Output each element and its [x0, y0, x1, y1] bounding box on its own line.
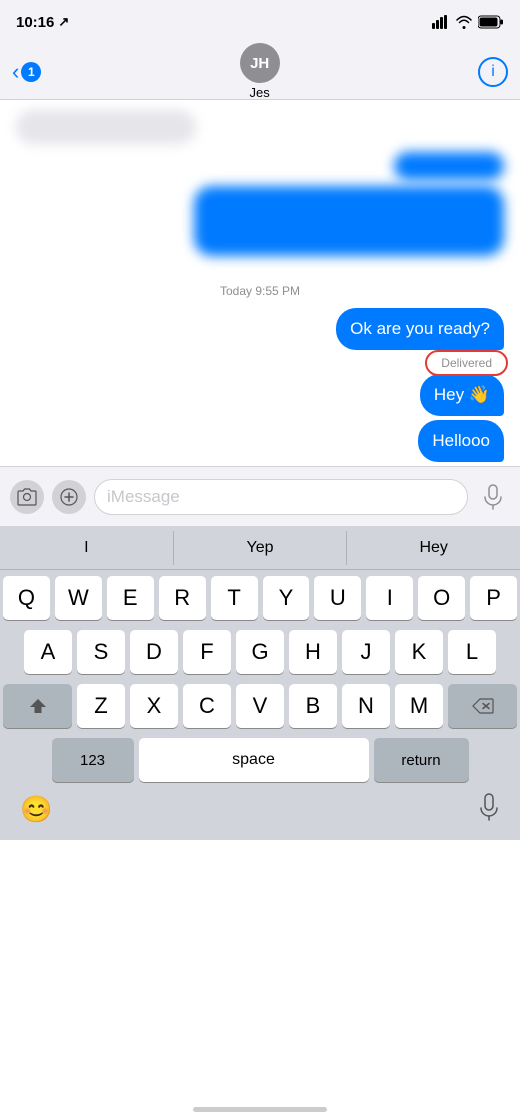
message-input[interactable]: iMessage — [94, 479, 468, 515]
key-J[interactable]: J — [342, 630, 390, 674]
key-row-4: 123 space return — [3, 738, 517, 782]
blurred-outgoing — [16, 152, 504, 256]
key-row-2: A S D F G H J K L — [3, 630, 517, 674]
key-B[interactable]: B — [289, 684, 337, 728]
key-I[interactable]: I — [366, 576, 413, 620]
contact-name: Jes — [250, 85, 270, 100]
contact-header[interactable]: JH Jes — [240, 43, 280, 100]
key-O[interactable]: O — [418, 576, 465, 620]
key-Z[interactable]: Z — [77, 684, 125, 728]
camera-button[interactable] — [10, 480, 44, 514]
key-row-3: Z X C V B N M — [3, 684, 517, 728]
key-X[interactable]: X — [130, 684, 178, 728]
input-placeholder: iMessage — [107, 487, 180, 507]
key-Q[interactable]: Q — [3, 576, 50, 620]
key-E[interactable]: E — [107, 576, 154, 620]
key-U[interactable]: U — [314, 576, 361, 620]
blurred-bubble-lg — [194, 186, 504, 256]
time-label: 10:16 — [16, 14, 54, 31]
delivered-row: Delivered — [16, 354, 504, 372]
keyboard-microphone-icon — [478, 793, 500, 821]
predictive-bar: I Yep Hey — [0, 526, 520, 570]
info-button[interactable]: i — [478, 57, 508, 87]
delete-icon — [472, 698, 494, 714]
predictive-word-3[interactable]: Hey — [347, 531, 520, 565]
key-rows: Q W E R T Y U I O P A S D F G H J K L — [0, 570, 520, 782]
key-T[interactable]: T — [211, 576, 258, 620]
key-return[interactable]: return — [374, 738, 469, 782]
wifi-icon — [456, 15, 472, 29]
key-C[interactable]: C — [183, 684, 231, 728]
messages-section: Ok are you ready? Delivered Hey 👋 Helloo… — [0, 308, 520, 462]
microphone-icon — [483, 484, 503, 510]
key-F[interactable]: F — [183, 630, 231, 674]
message-row: Hey 👋 — [16, 374, 504, 416]
key-D[interactable]: D — [130, 630, 178, 674]
blurred-bubble — [16, 110, 196, 144]
contact-avatar: JH — [240, 43, 280, 83]
keyboard: I Yep Hey Q W E R T Y U I O P A S D F G … — [0, 526, 520, 840]
keyboard-bottom-bar: 😊 — [0, 792, 520, 836]
apps-icon — [59, 487, 79, 507]
key-W[interactable]: W — [55, 576, 102, 620]
signal-icon — [432, 15, 450, 29]
delivered-status: Delivered — [433, 354, 500, 372]
outgoing-bubble: Hey 👋 — [420, 374, 504, 416]
status-time: 10:16 ↗ — [16, 14, 69, 31]
key-row-1: Q W E R T Y U I O P — [3, 576, 517, 620]
key-delete[interactable] — [448, 684, 517, 728]
key-P[interactable]: P — [470, 576, 517, 620]
message-row: Hellooo — [16, 420, 504, 462]
mic-button[interactable] — [476, 480, 510, 514]
key-S[interactable]: S — [77, 630, 125, 674]
key-L[interactable]: L — [448, 630, 496, 674]
timestamp: Today 9:55 PM — [0, 284, 520, 298]
key-M[interactable]: M — [395, 684, 443, 728]
blurred-bubble-sm — [394, 152, 504, 180]
key-G[interactable]: G — [236, 630, 284, 674]
back-button[interactable]: ‹ 1 — [12, 61, 41, 83]
location-icon: ↗ — [58, 14, 69, 30]
key-V[interactable]: V — [236, 684, 284, 728]
keyboard-mic-button[interactable] — [478, 793, 500, 826]
message-row: Ok are you ready? — [16, 308, 504, 350]
emoji-button[interactable]: 😊 — [20, 794, 52, 825]
battery-icon — [478, 15, 504, 29]
blurred-incoming — [16, 110, 504, 144]
key-space[interactable]: space — [139, 738, 369, 782]
apps-button[interactable] — [52, 480, 86, 514]
key-R[interactable]: R — [159, 576, 206, 620]
outgoing-bubble: Ok are you ready? — [336, 308, 504, 350]
key-A[interactable]: A — [24, 630, 72, 674]
outgoing-bubble: Hellooo — [418, 420, 504, 462]
back-badge: 1 — [21, 62, 41, 82]
back-chevron-icon: ‹ — [12, 61, 19, 83]
key-H[interactable]: H — [289, 630, 337, 674]
shift-icon — [29, 697, 47, 715]
camera-icon — [17, 488, 37, 506]
home-indicator — [193, 1107, 327, 1112]
key-K[interactable]: K — [395, 630, 443, 674]
key-shift[interactable] — [3, 684, 72, 728]
key-Y[interactable]: Y — [263, 576, 310, 620]
nav-bar: ‹ 1 JH Jes i — [0, 44, 520, 100]
predictive-word-2[interactable]: Yep — [174, 531, 348, 565]
blurred-messages — [0, 100, 520, 274]
status-bar: 10:16 ↗ — [0, 0, 520, 44]
key-123[interactable]: 123 — [52, 738, 134, 782]
key-N[interactable]: N — [342, 684, 390, 728]
status-icons — [432, 15, 504, 29]
message-area: Today 9:55 PM Ok are you ready? Delivere… — [0, 100, 520, 466]
predictive-word-1[interactable]: I — [0, 531, 174, 565]
input-bar: iMessage — [0, 466, 520, 526]
